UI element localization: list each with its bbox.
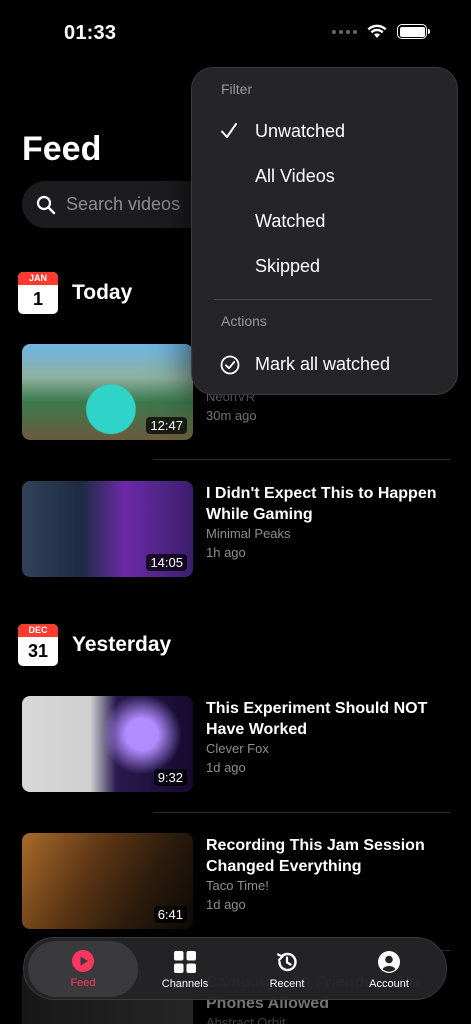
tab-label: Feed (70, 977, 96, 989)
mark-all-watched-button[interactable]: Mark all watched (192, 344, 457, 384)
history-icon (276, 952, 297, 971)
video-title: Recording This Jam Session Changed Every… (206, 837, 425, 875)
video-thumbnail[interactable]: 14:05 (22, 481, 193, 577)
tab-label: Channels (161, 977, 209, 990)
video-channel: Abstract Orbit (206, 1015, 286, 1024)
filter-item-unwatched[interactable]: Unwatched (192, 111, 457, 151)
duration-badge: 14:05 (146, 554, 187, 571)
wifi-icon (367, 24, 387, 38)
video-channel: Taco Time! (206, 878, 269, 893)
status-time: 01:33 (64, 22, 117, 44)
duration-badge: 12:47 (146, 417, 187, 434)
filter-header: Filter (221, 81, 253, 97)
tab-bar: Feed Channels Recent Account (23, 937, 447, 1000)
duration-badge: 6:41 (153, 906, 187, 923)
video-title: I Didn't Expect This to Happen While Gam… (206, 485, 437, 523)
calendar-icon: DEC 31 (18, 624, 58, 666)
filter-item-all-videos[interactable]: All Videos (192, 156, 457, 196)
video-channel: Minimal Peaks (206, 526, 291, 541)
video-thumbnail[interactable]: 9:32 (22, 696, 193, 792)
video-thumbnail[interactable]: 6:41 (22, 833, 193, 929)
video-thumbnail[interactable]: 12:47 (22, 344, 193, 440)
tab-label: Recent (269, 977, 305, 990)
filter-item-watched[interactable]: Watched (192, 201, 457, 241)
status-bar: 01:33 (0, 0, 471, 60)
calendar-month: JAN (18, 272, 58, 285)
filter-item-label: All Videos (255, 165, 335, 186)
page-title: Feed (22, 130, 102, 168)
menu-divider (214, 299, 432, 300)
section-label: Today (72, 281, 133, 304)
tab-feed[interactable]: Feed (28, 941, 138, 997)
tab-channels[interactable]: Channels (146, 938, 224, 1001)
tab-account[interactable]: Account (351, 938, 427, 1001)
section-label: Yesterday (72, 633, 172, 656)
video-time: 1h ago (206, 545, 246, 560)
calendar-icon: JAN 1 (18, 272, 58, 314)
video-row[interactable]: 14:05 I Didn't Expect This to Happen Whi… (22, 481, 452, 581)
mark-all-label: Mark all watched (255, 353, 391, 374)
video-channel: Clever Fox (206, 741, 269, 756)
search-icon (36, 195, 56, 214)
person-circle-icon (378, 950, 400, 973)
calendar-day: 1 (32, 289, 43, 309)
divider (153, 812, 450, 813)
tab-recent[interactable]: Recent (249, 938, 325, 1001)
calendar-month: DEC (18, 624, 58, 637)
section-header-yesterday: DEC 31 Yesterday (18, 624, 171, 666)
filter-item-label: Watched (255, 210, 326, 231)
grid-icon (174, 950, 196, 973)
video-row[interactable]: 9:32 This Experiment Should NOT Have Wor… (22, 696, 452, 796)
video-time: 30m ago (206, 408, 257, 423)
checkmark-circle-icon (220, 355, 240, 375)
status-icons (332, 24, 430, 39)
filter-item-label: Skipped (255, 255, 321, 276)
actions-header: Actions (221, 313, 267, 329)
video-time: 1d ago (206, 760, 246, 775)
filter-item-skipped[interactable]: Skipped (192, 246, 457, 286)
section-header-today: JAN 1 Today (18, 272, 132, 314)
tab-label: Account (369, 977, 409, 990)
play-circle-icon (72, 950, 94, 972)
checkmark-icon (221, 123, 237, 138)
video-title: This Experiment Should NOT Have Worked (206, 700, 428, 738)
filter-menu: Filter Unwatched All Videos Watched Skip… (191, 67, 458, 395)
divider (153, 459, 450, 460)
video-time: 1d ago (206, 897, 246, 912)
battery-icon (397, 24, 430, 39)
video-row[interactable]: 6:41 Recording This Jam Session Changed … (22, 833, 452, 933)
calendar-day: 31 (27, 641, 49, 661)
duration-badge: 9:32 (153, 769, 187, 786)
signal-dots-icon (332, 29, 357, 34)
filter-item-label: Unwatched (255, 120, 346, 141)
